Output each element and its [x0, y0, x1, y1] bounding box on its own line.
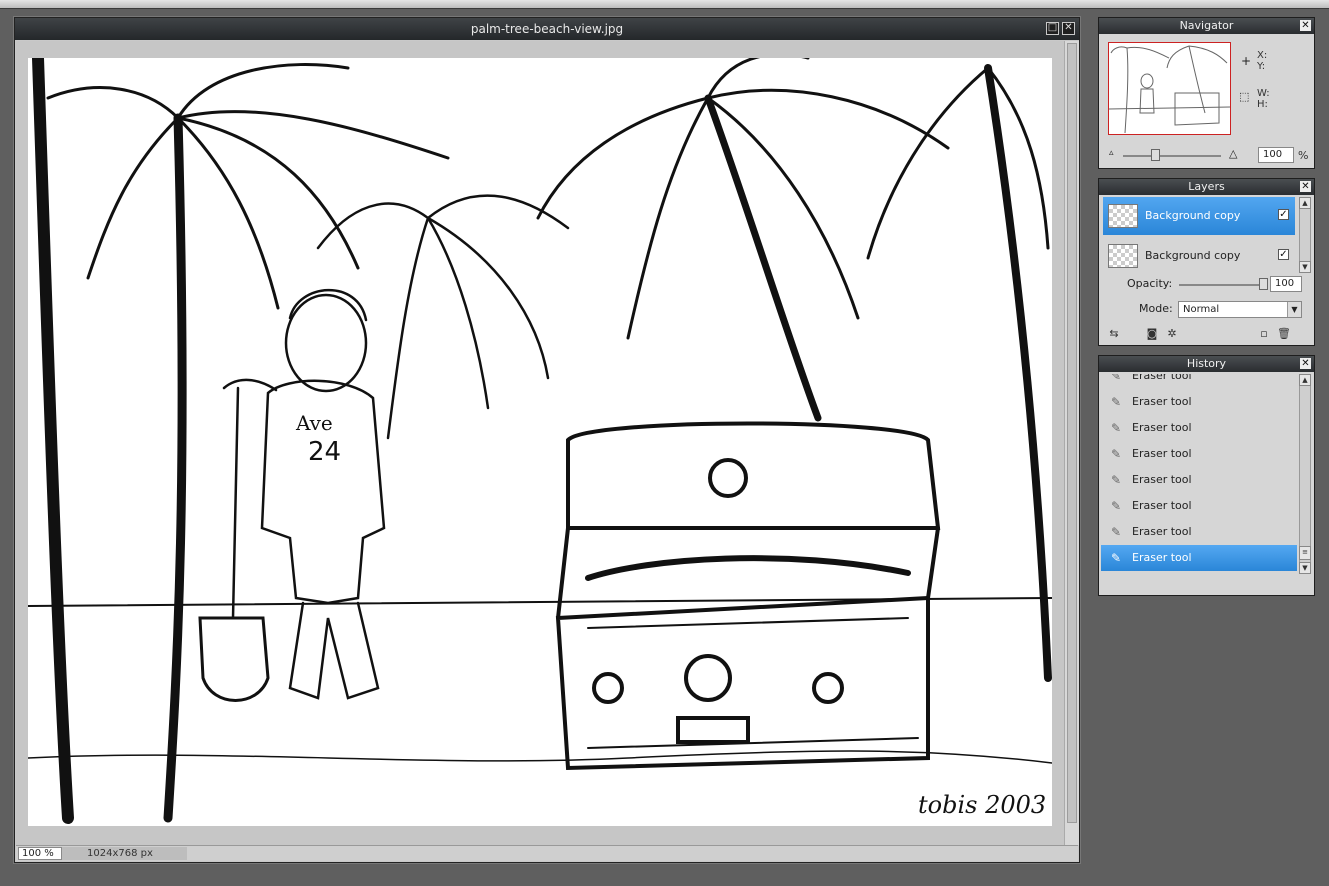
layers-title-bar[interactable]: Layers ✕: [1099, 179, 1314, 195]
layers-scrollbar[interactable]: ▲ ▼: [1299, 197, 1311, 273]
layer-visibility-checkbox[interactable]: ✓: [1278, 209, 1289, 220]
navigator-x-label: X:: [1257, 50, 1268, 61]
layer-visibility-checkbox[interactable]: ✓: [1278, 249, 1289, 260]
scroll-down-icon[interactable]: ▼: [1299, 562, 1311, 574]
artist-signature: tobis 2003: [918, 791, 1046, 819]
close-icon[interactable]: ✕: [1300, 20, 1311, 31]
document-title-bar[interactable]: palm-tree-beach-view.jpg □ ✕: [15, 18, 1079, 40]
layer-name: Background copy: [1145, 249, 1241, 262]
close-icon[interactable]: ✕: [1062, 22, 1075, 35]
layer-thumbnail: [1108, 244, 1138, 268]
navigator-h-label: H:: [1257, 99, 1268, 110]
opacity-input[interactable]: 100: [1270, 276, 1302, 292]
crosshair-icon: +: [1241, 54, 1252, 68]
history-item-label: Eraser tool: [1132, 525, 1192, 538]
eraser-icon: ✎: [1111, 499, 1122, 513]
opacity-slider-knob[interactable]: [1259, 278, 1268, 290]
scroll-down-icon[interactable]: ▼: [1299, 261, 1311, 273]
navigator-title-bar[interactable]: Navigator ✕: [1099, 18, 1314, 34]
scrollbar-thumb[interactable]: [1067, 43, 1077, 823]
chevron-down-icon[interactable]: ▼: [1287, 302, 1301, 317]
history-item-label: Eraser tool: [1132, 473, 1192, 486]
delete-layer-icon[interactable]: 🗑: [1277, 327, 1291, 341]
navigator-y-label: Y:: [1257, 61, 1266, 72]
scrollbar-thumb[interactable]: ≡: [1299, 546, 1311, 560]
svg-text:Ave: Ave: [295, 411, 333, 435]
history-scrollbar[interactable]: ▲ ≡ ▼: [1299, 374, 1311, 574]
eraser-icon: ✎: [1111, 447, 1122, 461]
blend-mode-value: Normal: [1183, 304, 1220, 315]
layer-row[interactable]: Background copy ✓: [1103, 237, 1295, 275]
history-item[interactable]: ✎ Eraser tool: [1101, 467, 1297, 493]
maximize-icon[interactable]: □: [1046, 22, 1059, 35]
history-item-label: Eraser tool: [1132, 499, 1192, 512]
vertical-scrollbar[interactable]: [1064, 41, 1079, 845]
close-icon[interactable]: ✕: [1300, 181, 1311, 192]
blend-mode-label: Mode:: [1139, 302, 1173, 315]
layer-name: Background copy: [1145, 209, 1241, 222]
navigator-preview-image: [1109, 45, 1230, 134]
new-layer-icon[interactable]: ▫: [1257, 327, 1271, 341]
zoom-slider-knob[interactable]: [1151, 149, 1160, 161]
opacity-slider-track[interactable]: [1179, 284, 1265, 286]
history-item[interactable]: ✎ Eraser tool: [1101, 389, 1297, 415]
eraser-icon: ✎: [1111, 395, 1122, 409]
image-dimensions: 1024x768 px: [62, 847, 187, 860]
layer-settings-icon[interactable]: ⇆: [1107, 327, 1121, 341]
zoom-slider-track[interactable]: [1123, 155, 1221, 157]
navigator-title: Navigator: [1179, 19, 1234, 32]
navigator-zoom-input[interactable]: 100: [1258, 147, 1294, 163]
eraser-icon: ✎: [1111, 473, 1122, 487]
history-item[interactable]: ✎ Eraser tool: [1101, 374, 1297, 389]
history-item-label: Eraser tool: [1132, 447, 1192, 460]
zoom-out-icon[interactable]: ▵: [1109, 148, 1114, 158]
layers-title: Layers: [1188, 180, 1225, 193]
sketch-artwork: Ave 24 tobis 2003: [28, 58, 1052, 824]
layer-thumbnail: [1108, 204, 1138, 228]
eraser-icon: ✎: [1111, 551, 1122, 565]
navigator-w-label: W:: [1257, 88, 1270, 99]
close-icon[interactable]: ✕: [1300, 358, 1311, 369]
zoom-level-field[interactable]: 100 %: [18, 847, 62, 860]
layer-mask-icon[interactable]: ◙: [1145, 327, 1159, 341]
history-list: ✎ Eraser tool ✎ Eraser tool ✎ Eraser too…: [1101, 374, 1297, 574]
history-item-label: Eraser tool: [1132, 374, 1192, 382]
document-window: palm-tree-beach-view.jpg □ ✕ Ave 24 tobi…: [14, 17, 1080, 863]
layer-styles-icon[interactable]: ✲: [1165, 327, 1179, 341]
scroll-up-icon[interactable]: ▲: [1299, 374, 1311, 386]
status-bar: 100 % 1024x768 px: [16, 845, 1078, 861]
image-canvas[interactable]: Ave 24 tobis 2003: [28, 58, 1052, 826]
layers-panel: Layers ✕ Background copy ✓ Background co…: [1098, 178, 1315, 346]
history-item-label: Eraser tool: [1132, 395, 1192, 408]
svg-text:24: 24: [308, 437, 341, 467]
eraser-icon: ✎: [1111, 525, 1122, 539]
history-item[interactable]: ✎ Eraser tool: [1101, 441, 1297, 467]
selection-size-icon: ⬚: [1239, 90, 1250, 103]
history-item[interactable]: ✎ Eraser tool: [1101, 493, 1297, 519]
navigator-panel: Navigator ✕ + X: Y: ⬚ W: H: ▵ △ 100 %: [1098, 17, 1315, 169]
navigator-zoom-unit: %: [1298, 149, 1309, 162]
history-panel: History ✕ ✎ Eraser tool ✎ Eraser tool ✎ …: [1098, 355, 1315, 596]
blend-mode-select[interactable]: Normal ▼: [1178, 301, 1302, 318]
app-top-bar: [0, 0, 1329, 9]
document-title: palm-tree-beach-view.jpg: [470, 22, 624, 36]
layer-row[interactable]: Background copy ✓: [1103, 197, 1295, 235]
history-title-bar[interactable]: History ✕: [1099, 356, 1314, 372]
history-item[interactable]: ✎ Eraser tool: [1101, 545, 1297, 571]
history-item-label: Eraser tool: [1132, 551, 1192, 564]
eraser-icon: ✎: [1111, 374, 1122, 383]
history-item[interactable]: ✎ Eraser tool: [1101, 415, 1297, 441]
history-title: History: [1186, 357, 1227, 370]
history-item[interactable]: ✎ Eraser tool: [1101, 519, 1297, 545]
canvas-area[interactable]: Ave 24 tobis 2003: [16, 41, 1064, 845]
navigator-preview[interactable]: [1108, 42, 1231, 135]
scroll-up-icon[interactable]: ▲: [1299, 197, 1311, 209]
zoom-in-icon[interactable]: △: [1229, 147, 1237, 160]
eraser-icon: ✎: [1111, 421, 1122, 435]
opacity-label: Opacity:: [1127, 277, 1173, 290]
history-item-label: Eraser tool: [1132, 421, 1192, 434]
